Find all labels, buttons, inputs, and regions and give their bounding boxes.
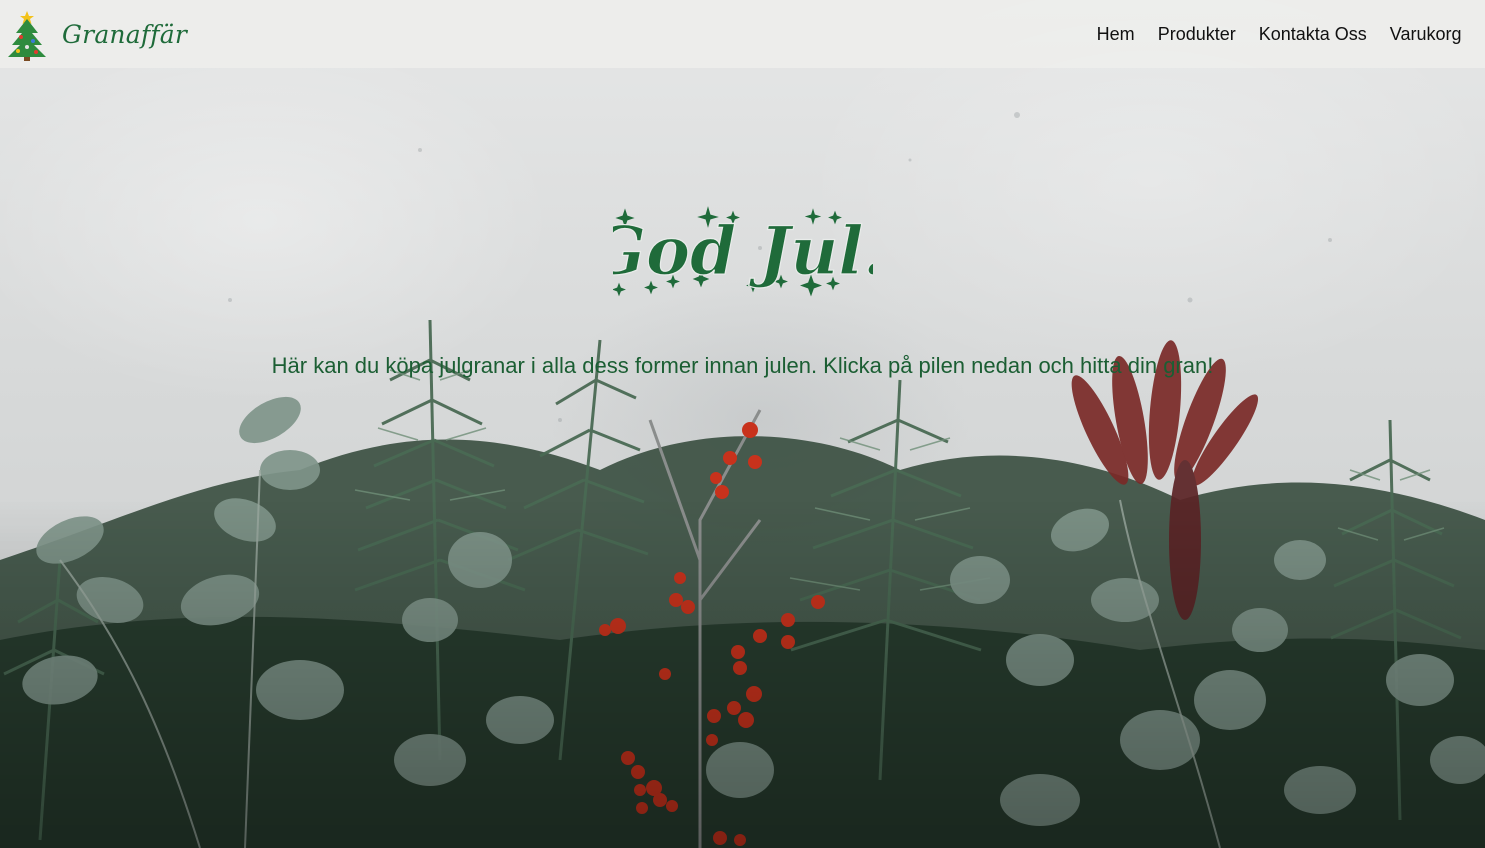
foliage-illustration	[0, 112, 1485, 848]
navbar: Granaffär Hem Produkter Kontakta Oss Var…	[0, 0, 1485, 68]
nav-link-kontakta-oss[interactable]: Kontakta Oss	[1247, 24, 1378, 45]
nav-link-varukorg[interactable]: Varukorg	[1378, 24, 1473, 45]
hero-subtitle: Här kan du köpa julgranar i alla dess fo…	[271, 353, 1214, 378]
nav-link-hem[interactable]: Hem	[1085, 24, 1146, 45]
hero-background	[0, 0, 1485, 848]
christmas-tree-icon	[8, 11, 46, 61]
god-jul-lettering: God Jul!	[612, 206, 873, 297]
headline-text: God Jul!	[613, 212, 873, 290]
nav-link-produkter[interactable]: Produkter	[1146, 24, 1247, 45]
nav-links: Hem Produkter Kontakta Oss Varukorg	[1085, 24, 1473, 45]
brand[interactable]: Granaffär	[6, 7, 187, 61]
hero-headline: God Jul!	[0, 196, 1485, 305]
brand-name: Granaffär	[62, 19, 187, 49]
